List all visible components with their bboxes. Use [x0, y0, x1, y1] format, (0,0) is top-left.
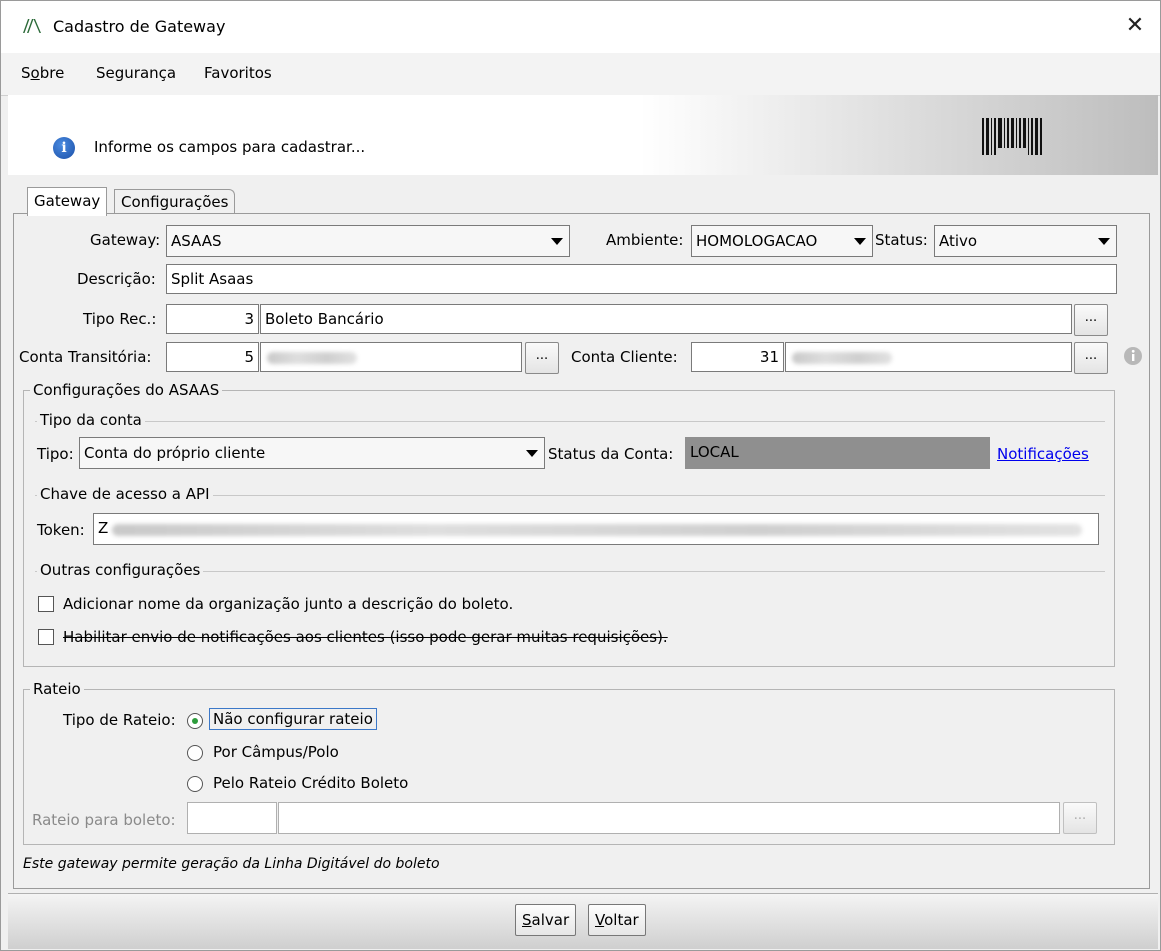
- separator: [35, 421, 1105, 422]
- asaas-config-title: Configurações do ASAAS: [30, 381, 223, 399]
- notifications-checkbox[interactable]: [38, 629, 54, 645]
- info-hint-icon[interactable]: [1123, 346, 1143, 366]
- barcode-icon: [982, 118, 1042, 155]
- tipo-conta-value: Conta do próprio cliente: [84, 444, 266, 462]
- conta-transitoria-desc-field: [260, 342, 522, 372]
- button-bar: [8, 893, 1158, 949]
- ambiente-label: Ambiente:: [606, 231, 684, 249]
- tab-configuracoes[interactable]: Configurações: [114, 189, 236, 215]
- status-select[interactable]: Ativo: [934, 225, 1117, 257]
- footer-note: Este gateway permite geração da Linha Di…: [23, 856, 440, 872]
- descricao-input[interactable]: Split Asaas: [166, 264, 1117, 294]
- menu-favoritos[interactable]: Favoritos: [204, 64, 272, 82]
- gateway-label: Gateway:: [90, 231, 161, 249]
- status-label: Status:: [875, 231, 928, 249]
- window-title: Cadastro de Gateway: [53, 17, 226, 36]
- rateio-option-label: Pelo Rateio Crédito Boleto: [213, 774, 409, 792]
- gateway-value: ASAAS: [171, 232, 222, 250]
- conta-transitoria-lookup-button[interactable]: ...: [525, 342, 559, 374]
- conta-cliente-desc-field: [785, 342, 1072, 372]
- dialog-window: Cadastro de Gateway ✕ Sobre Segurança Fa…: [0, 0, 1161, 951]
- redacted-token: [112, 524, 1082, 536]
- tipo-rec-lookup-button[interactable]: ...: [1074, 304, 1108, 336]
- chevron-down-icon: [526, 450, 538, 457]
- add-org-name-checkbox[interactable]: [38, 596, 54, 612]
- chave-section-title: Chave de acesso a API: [37, 485, 213, 503]
- rateio-boleto-desc-field: [278, 802, 1060, 834]
- status-conta-field: LOCAL: [685, 437, 990, 469]
- ambiente-select[interactable]: HOMOLOGACAO: [691, 225, 873, 257]
- ambiente-value: HOMOLOGACAO: [696, 232, 818, 250]
- notifications-label: Habilitar envio de notificações aos clie…: [63, 628, 668, 646]
- chevron-down-icon: [1098, 238, 1110, 245]
- tipo-conta-section-title: Tipo da conta: [37, 411, 145, 429]
- voltar-button[interactable]: Voltar: [588, 904, 646, 936]
- conta-cliente-lookup-button[interactable]: ...: [1074, 342, 1108, 374]
- menu-sobre[interactable]: Sobre: [21, 64, 64, 82]
- token-prefix: Z: [98, 519, 109, 537]
- rateio-option-radio[interactable]: [187, 776, 203, 792]
- tipo-label: Tipo:: [37, 445, 74, 463]
- redacted-text: [267, 352, 357, 364]
- title-bar[interactable]: Cadastro de Gateway ✕: [1, 1, 1160, 53]
- close-icon[interactable]: ✕: [1110, 1, 1160, 53]
- tipo-conta-select[interactable]: Conta do próprio cliente: [79, 437, 545, 469]
- chevron-down-icon: [854, 238, 866, 245]
- conta-transitoria-code-input[interactable]: 5: [166, 342, 259, 372]
- tipo-rateio-label: Tipo de Rateio:: [63, 711, 176, 729]
- tipo-rec-code-input[interactable]: 3: [166, 304, 259, 334]
- outras-section-title: Outras configurações: [37, 561, 204, 579]
- info-message: Informe os campos para cadastrar...: [94, 138, 366, 156]
- status-conta-label: Status da Conta:: [548, 445, 674, 463]
- conta-cliente-code-input[interactable]: 31: [691, 342, 784, 372]
- rateio-boleto-code-input: [187, 802, 277, 834]
- rateio-title: Rateio: [30, 680, 84, 698]
- tab-gateway[interactable]: Gateway: [27, 187, 108, 216]
- rateio-option-radio[interactable]: [187, 745, 203, 761]
- redacted-text: [792, 352, 892, 364]
- rateio-option-label: Não configurar rateio: [209, 708, 377, 730]
- rateio-boleto-label: Rateio para boleto:: [32, 811, 176, 829]
- conta-transitoria-label: Conta Transitória:: [19, 348, 152, 366]
- gateway-select[interactable]: ASAAS: [166, 225, 570, 257]
- tipo-rec-desc-field: Boleto Bancário: [260, 304, 1072, 334]
- rateio-boleto-lookup-button: ...: [1063, 802, 1097, 834]
- token-label: Token:: [37, 521, 85, 539]
- info-icon: i: [53, 137, 75, 159]
- rateio-option-label: Por Câmpus/Polo: [213, 743, 339, 761]
- add-org-name-label: Adicionar nome da organização junto a de…: [63, 595, 514, 613]
- rateio-option-radio[interactable]: [187, 713, 203, 729]
- token-input[interactable]: Z: [93, 513, 1099, 545]
- conta-cliente-label: Conta Cliente:: [571, 348, 678, 366]
- notificacoes-link[interactable]: Notificações: [997, 445, 1089, 463]
- menu-seguranca[interactable]: Segurança: [96, 64, 176, 82]
- tipo-rec-label: Tipo Rec.:: [83, 310, 157, 328]
- app-logo-icon: [23, 19, 41, 33]
- menu-bar: Sobre Segurança Favoritos: [1, 53, 1160, 96]
- chevron-down-icon: [551, 238, 563, 245]
- status-value: Ativo: [939, 232, 978, 250]
- salvar-button[interactable]: Salvar: [515, 904, 577, 936]
- descricao-label: Descrição:: [77, 270, 156, 288]
